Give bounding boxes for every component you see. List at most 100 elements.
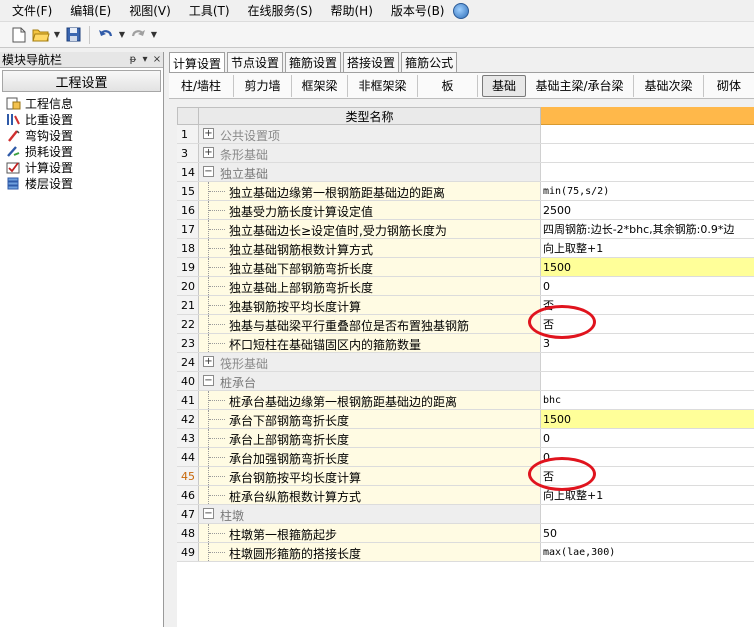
grid-setting-row[interactable]: 16 独基受力筋长度计算设定值 2500	[177, 201, 754, 220]
pin-icon[interactable]: ᵽ	[127, 54, 139, 65]
subtab-foundation-main-beam[interactable]: 基础主梁/承台梁	[526, 74, 634, 97]
nav-section-project-settings[interactable]: 工程设置	[2, 70, 161, 92]
undo-button[interactable]	[95, 24, 117, 46]
nav-item-project-info[interactable]: 工程信息	[0, 95, 163, 111]
weight-settings-icon	[6, 113, 21, 126]
setting-label: 桩承台基础边缘第一根钢筋距基础边的距离	[229, 395, 458, 409]
subtab-foundation[interactable]: 基础	[482, 74, 526, 97]
nav-item-weight-settings[interactable]: 比重设置	[0, 111, 163, 127]
setting-value-cell[interactable]: 0	[541, 429, 754, 447]
grid-setting-row[interactable]: 17 独立基础边长≥设定值时,受力钢筋长度为 四周钢筋:边长-2*bhc,其余钢筋:…	[177, 220, 754, 239]
setting-value-cell[interactable]: 1500	[541, 410, 754, 428]
undo-dropdown-icon[interactable]: ▼	[117, 30, 127, 39]
grid-category-row[interactable]: 14− 独立基础	[177, 163, 754, 182]
menu-edit[interactable]: 编辑(E)	[58, 2, 117, 19]
grid-setting-row[interactable]: 42 承台下部钢筋弯折长度 1500	[177, 410, 754, 429]
category-label: 桩承台	[220, 376, 257, 390]
redo-icon	[131, 29, 145, 36]
grid-setting-row[interactable]: 44 承台加强钢筋弯折长度 0	[177, 448, 754, 467]
tree-branch	[209, 248, 225, 249]
nav-panel-header: 模块导航栏 ᵽ ▾ ×	[0, 52, 163, 68]
setting-value-cell[interactable]: 2500	[541, 201, 754, 219]
grid-setting-row[interactable]: 43 承台上部钢筋弯折长度 0	[177, 429, 754, 448]
menu-help[interactable]: 帮助(H)	[319, 2, 379, 19]
grid-category-row[interactable]: 24 + 筏形基础	[177, 353, 754, 372]
grid-setting-row[interactable]: 18 独立基础钢筋根数计算方式 向上取整+1	[177, 239, 754, 258]
setting-value-cell[interactable]: 向上取整+1	[541, 239, 754, 257]
nav-item-label: 计算设置	[25, 160, 74, 175]
menu-view[interactable]: 视图(V)	[117, 2, 177, 19]
grid-category-row[interactable]: 1 + 公共设置项	[177, 125, 754, 144]
tab-lap-settings[interactable]: 搭接设置	[343, 52, 400, 72]
setting-label: 独基钢筋按平均长度计算	[229, 300, 362, 314]
grid-setting-row[interactable]: 20 独立基础上部钢筋弯折长度 0	[177, 277, 754, 296]
tree-branch	[209, 552, 225, 553]
module-nav-panel: 模块导航栏 ᵽ ▾ × 工程设置 工程信息 比重设置 弯钩设置 损耗设置 计算设…	[0, 52, 164, 627]
setting-value-cell[interactable]: bhc	[541, 391, 754, 409]
setting-value-cell[interactable]: 1500	[541, 258, 754, 276]
tab-stirrup-settings[interactable]: 箍筋设置	[285, 52, 342, 72]
category-label: 柱墩	[220, 509, 245, 523]
redo-button[interactable]	[127, 24, 149, 46]
open-file-button[interactable]	[30, 24, 52, 46]
setting-label: 独基受力筋长度计算设定值	[229, 205, 374, 219]
new-file-button[interactable]	[8, 24, 30, 46]
menu-file[interactable]: 文件(F)	[0, 2, 58, 19]
row-name-cell: 桩承台纵筋根数计算方式	[199, 486, 541, 504]
tab-stirrup-formula[interactable]: 箍筋公式	[401, 52, 458, 72]
collapse-icon[interactable]: −	[203, 375, 214, 386]
grid-setting-row[interactable]: 49 柱墩圆形箍筋的搭接长度 max(lae,300)	[177, 543, 754, 562]
setting-value-cell[interactable]: max(lae,300)	[541, 543, 754, 561]
row-number: 43	[177, 429, 199, 447]
subtab-slab[interactable]: 板	[418, 74, 478, 97]
nav-item-calc-settings[interactable]: 计算设置	[0, 159, 163, 175]
grid-setting-row[interactable]: 46 桩承台纵筋根数计算方式 向上取整+1	[177, 486, 754, 505]
grid-setting-row[interactable]: 48 柱墩第一根箍筋起步 50	[177, 524, 754, 543]
grid-setting-row[interactable]: 23 杯口短柱在基础锚固区内的箍筋数量 3	[177, 334, 754, 353]
row-number: 18	[177, 239, 199, 257]
setting-value-cell[interactable]: 50	[541, 524, 754, 542]
grid-setting-row[interactable]: 21 独基钢筋按平均长度计算否	[177, 296, 754, 315]
close-icon[interactable]: ×	[151, 54, 163, 65]
collapse-icon[interactable]: −	[203, 166, 214, 177]
grid-setting-row[interactable]: 15 独立基础边缘第一根钢筋距基础边的距离 min(75,s/2)	[177, 182, 754, 201]
nav-item-floor-settings[interactable]: 楼层设置	[0, 175, 163, 191]
grid-setting-row[interactable]: 41 桩承台基础边缘第一根钢筋距基础边的距离 bhc	[177, 391, 754, 410]
subtab-non-frame-beam[interactable]: 非框架梁	[348, 74, 418, 97]
redo-dropdown-icon[interactable]: ▼	[149, 30, 159, 39]
expand-icon[interactable]: +	[203, 128, 214, 139]
grid-setting-row[interactable]: 19 独立基础下部钢筋弯折长度 1500	[177, 258, 754, 277]
setting-value-cell[interactable]: min(75,s/2)	[541, 182, 754, 200]
expand-icon[interactable]: +	[203, 356, 214, 367]
subtab-frame-beam[interactable]: 框架梁	[292, 74, 348, 97]
setting-value-cell[interactable]: 四周钢筋:边长-2*bhc,其余钢筋:0.9*边	[541, 220, 754, 238]
grid-category-row[interactable]: 40− 桩承台	[177, 372, 754, 391]
setting-value-cell[interactable]: 0	[541, 277, 754, 295]
subtab-foundation-secondary-beam[interactable]: 基础次梁	[634, 74, 704, 97]
tab-calc-settings[interactable]: 计算设置	[169, 52, 226, 73]
panel-dropdown-icon[interactable]: ▾	[139, 54, 151, 65]
row-number: 23	[177, 334, 199, 352]
grid-category-row[interactable]: 47− 柱墩	[177, 505, 754, 524]
tab-node-settings[interactable]: 节点设置	[227, 52, 284, 72]
nav-item-hook-settings[interactable]: 弯钩设置	[0, 127, 163, 143]
grid-category-row[interactable]: 3 + 条形基础	[177, 144, 754, 163]
menu-version[interactable]: 版本号(B)	[379, 2, 451, 19]
row-name-cell: 承台下部钢筋弯折长度	[199, 410, 541, 428]
grid-setting-row[interactable]: 22 独基与基础梁平行重叠部位是否布置独基钢筋否	[177, 315, 754, 334]
tree-branch	[209, 305, 225, 306]
menu-tools[interactable]: 工具(T)	[177, 2, 236, 19]
subtab-shear-wall[interactable]: 剪力墙	[234, 74, 292, 97]
subtab-column[interactable]: 柱/墙柱	[169, 74, 234, 97]
collapse-icon[interactable]: −	[203, 508, 214, 519]
grid-header-number	[177, 107, 199, 125]
save-button[interactable]	[62, 24, 84, 46]
nav-item-loss-settings[interactable]: 损耗设置	[0, 143, 163, 159]
open-dropdown-icon[interactable]: ▼	[52, 30, 62, 39]
menu-online-service[interactable]: 在线服务(S)	[236, 2, 319, 19]
expand-icon[interactable]: +	[203, 147, 214, 158]
grid-setting-row[interactable]: 45 承台钢筋按平均长度计算否	[177, 467, 754, 486]
subtab-masonry[interactable]: 砌体	[704, 75, 754, 97]
online-update-icon[interactable]	[452, 2, 469, 19]
row-name-cell: 独立基础下部钢筋弯折长度	[199, 258, 541, 276]
